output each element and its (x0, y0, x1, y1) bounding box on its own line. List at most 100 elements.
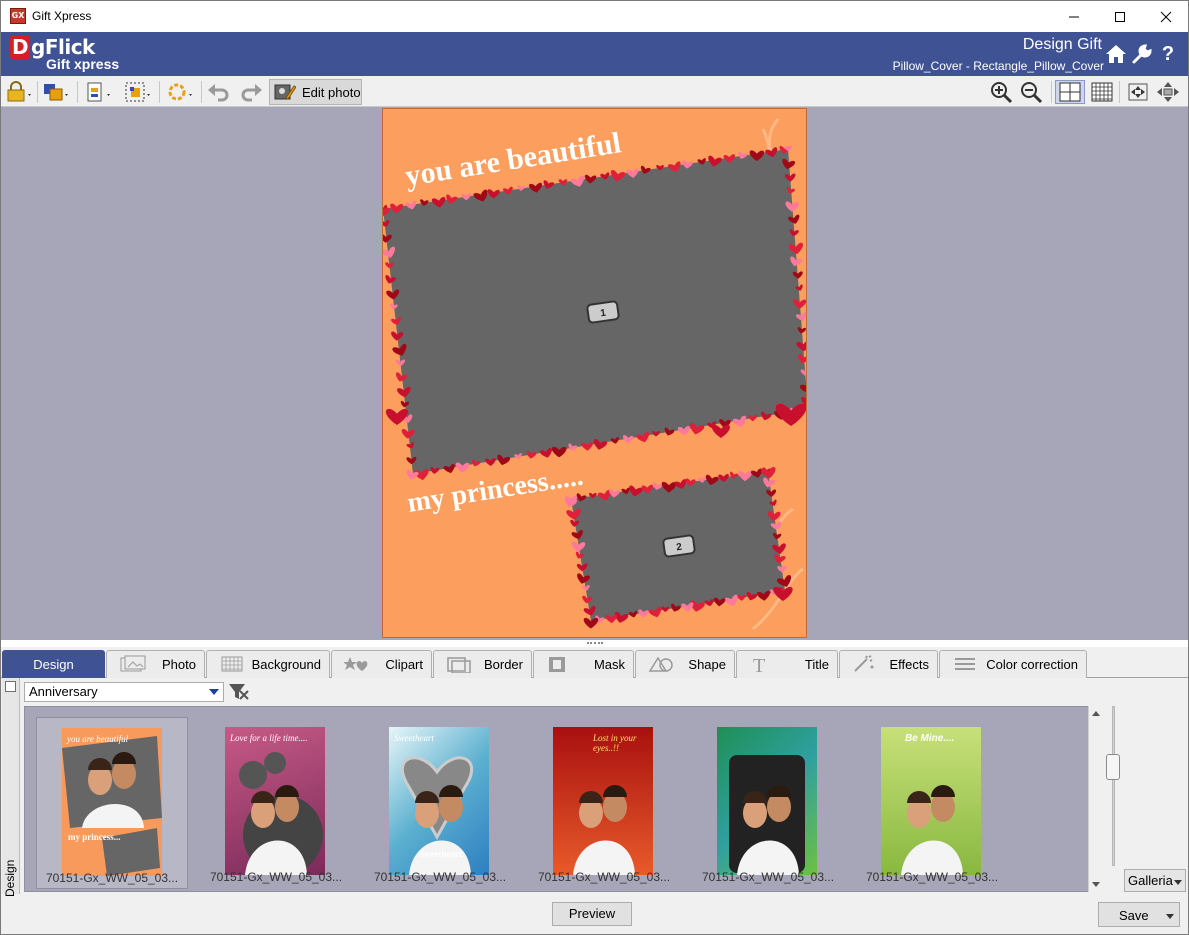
gallery-thumbnail[interactable]: Lost in your eyes..!! 70151-Gx_WW_05_03..… (528, 717, 680, 889)
product-subtitle: Pillow_Cover - Rectangle_Pillow_Cover (892, 59, 1104, 73)
save-dropdown-icon[interactable] (1166, 914, 1174, 919)
tab-label: Background (251, 657, 321, 672)
zoom-in-button[interactable] (987, 80, 1017, 104)
settings-button[interactable] (1130, 42, 1154, 66)
thumbnail-top-text: Love for a life time.... (230, 733, 308, 743)
thumbnail-top-text: you are beautiful (67, 734, 129, 744)
save-button[interactable]: Save (1098, 902, 1180, 927)
thumbnail-caption: 70151-Gx_WW_05_03... (209, 870, 343, 884)
tab-label: Photo (162, 657, 196, 672)
single-grid-button[interactable] (1055, 80, 1085, 104)
edit-photo-label: Edit photo (302, 84, 361, 100)
slider-thumb[interactable] (1106, 754, 1120, 780)
gallery-thumbnail[interactable]: 70151-Gx_WW_05_03... (692, 717, 844, 889)
align-icon (87, 82, 110, 102)
tab-label: Shape (688, 657, 726, 672)
photo-icon (120, 655, 146, 672)
dock-label[interactable]: Design (3, 858, 19, 898)
pin-icon[interactable] (5, 681, 16, 692)
select-button[interactable] (123, 80, 153, 104)
tab-shape[interactable]: Shape (635, 650, 735, 678)
fit-button[interactable] (1123, 80, 1153, 104)
move-icon (1157, 82, 1179, 102)
gallery-thumbnail[interactable]: Love for a life time.... 70151-Gx_WW_05_0… (200, 717, 352, 889)
tab-border[interactable]: Border (433, 650, 532, 678)
edit-photo-icon (274, 84, 296, 100)
edit-photo-button[interactable]: Edit photo (269, 79, 362, 105)
multi-grid-button[interactable] (1087, 80, 1117, 104)
gallery-thumbnail[interactable]: you are beautiful my princess... 70151-Gx_… (36, 717, 188, 889)
tab-design[interactable]: Design (2, 650, 105, 678)
thumbnail-image: you are beautiful my princess... (62, 728, 162, 876)
tab-title[interactable]: T Title (736, 650, 838, 678)
multi-grid-icon (1091, 82, 1113, 102)
scroll-up-icon[interactable] (1092, 711, 1100, 716)
tab-label: Effects (889, 657, 929, 672)
home-button[interactable] (1104, 42, 1128, 66)
main-toolbar: Edit photo (1, 76, 1188, 107)
rotate-icon (168, 83, 192, 101)
redo-button[interactable] (235, 80, 265, 104)
tab-label: Border (483, 657, 523, 672)
category-dropdown[interactable]: Anniversary (24, 682, 224, 702)
thumbnail-bottom-text: Sweetheart (419, 849, 462, 859)
tab-mask[interactable]: Mask (533, 650, 634, 678)
minimize-button[interactable] (1051, 1, 1097, 32)
move-button[interactable] (1153, 80, 1183, 104)
slot-1-badge: 1 (586, 300, 620, 324)
thumbnail-caption: 70151-Gx_WW_05_03... (865, 870, 999, 884)
shape-icon (648, 656, 673, 672)
wrench-icon (1132, 44, 1152, 64)
align-button[interactable] (83, 80, 113, 104)
clipart-icon (344, 657, 368, 671)
lock-icon (7, 81, 31, 102)
app-header: DgFlick Gift xpress Design Gift Pillow_C… (1, 32, 1188, 76)
rotate-button[interactable] (165, 80, 195, 104)
splitter-grip[interactable] (587, 642, 603, 644)
app-icon: GX (10, 8, 26, 24)
minimize-icon (1069, 16, 1079, 17)
thumbnail-caption: 70151-Gx_WW_05_03... (701, 870, 835, 884)
side-dock-strip: Design (2, 678, 20, 897)
thumbnail-image: Lost in your eyes..!! (553, 727, 653, 875)
tab-photo[interactable]: Photo (106, 650, 205, 678)
app-window: GX Gift Xpress DgFlick Gift xpress Desig… (0, 0, 1189, 935)
maximize-button[interactable] (1097, 1, 1143, 32)
tab-label: Title (804, 657, 829, 672)
thumbnail-image: Be Mine.... (881, 727, 981, 875)
scroll-down-icon[interactable] (1092, 882, 1100, 887)
select-icon (125, 82, 150, 102)
close-button[interactable] (1143, 1, 1188, 32)
galleria-button[interactable]: Galleria (1124, 869, 1186, 892)
tab-clipart[interactable]: Clipart (331, 650, 432, 678)
design-panel: Design Anniversary you are beautiful my p… (1, 678, 1188, 934)
fit-icon (1128, 83, 1148, 101)
gallery-scrollbar[interactable] (1088, 706, 1103, 892)
lock-button[interactable] (5, 80, 35, 104)
help-button[interactable]: ? (1156, 42, 1180, 66)
tab-label: Color correction (986, 657, 1078, 672)
effects-icon (854, 655, 874, 672)
zoom-out-button[interactable] (1017, 80, 1047, 104)
gallery-thumbnail[interactable]: Be Mine.... 70151-Gx_WW_05_03... (856, 717, 1008, 889)
filter-button[interactable] (228, 681, 250, 703)
maximize-icon (1115, 11, 1125, 22)
tab-effects[interactable]: Effects (839, 650, 938, 678)
thumbnail-size-slider[interactable] (1112, 706, 1115, 866)
tab-color-correction[interactable]: Color correction (939, 650, 1087, 678)
redo-icon (241, 84, 262, 102)
save-label: Save (1119, 908, 1149, 923)
thumbnail-bottom-text: my princess... (68, 832, 121, 842)
gallery-thumbnail[interactable]: Sweetheart Sweetheart 70151-Gx_WW_05_03... (364, 717, 516, 889)
tab-background[interactable]: Background (206, 650, 330, 678)
brand-product-name: Gift xpress (46, 56, 120, 72)
category-value: Anniversary (29, 684, 98, 699)
design-canvas[interactable]: 1 2 you are beautiful my princess..... (382, 108, 807, 638)
arrange-button[interactable] (41, 80, 71, 104)
undo-icon (208, 84, 229, 102)
undo-button[interactable] (205, 80, 235, 104)
zoom-out-icon (1021, 82, 1043, 104)
home-icon (1106, 45, 1126, 63)
preview-button[interactable]: Preview (552, 902, 632, 926)
mask-icon (549, 657, 565, 672)
